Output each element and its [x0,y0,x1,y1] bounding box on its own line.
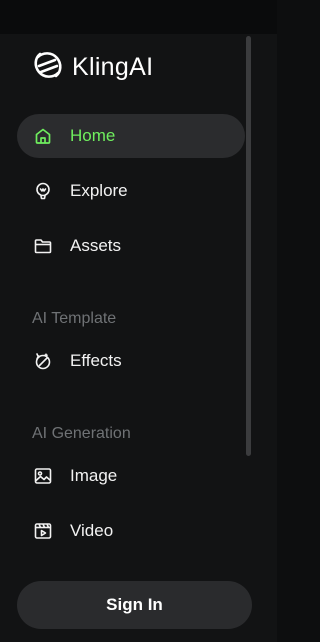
sign-in-button[interactable]: Sign In [17,581,252,629]
brand-logo[interactable]: KlingAI [31,48,153,86]
sidebar-item-video[interactable]: Video [17,509,245,553]
sidebar-item-home[interactable]: Home [17,114,245,158]
section-title-ai-generation: AI Generation [32,425,131,442]
explore-icon [33,181,53,201]
kling-logo-icon [31,48,65,87]
sidebar-item-label: Video [70,521,114,540]
magic-wand-icon [33,351,53,371]
sidebar-scrollbar[interactable] [246,36,251,456]
sidebar-item-explore[interactable]: Explore [17,169,245,213]
home-icon [33,126,53,146]
sidebar-item-label: Effects [70,351,122,370]
sidebar-item-label: Home [70,126,116,145]
video-icon [33,521,53,541]
sidebar-item-label: Explore [70,181,128,200]
brand-name: KlingAI [72,52,154,81]
section-title-ai-template: AI Template [32,310,117,327]
sidebar-item-label: Assets [70,236,122,255]
sidebar-item-image[interactable]: Image [17,454,245,498]
folder-icon [33,236,53,256]
top-bar [0,0,277,34]
sidebar-item-label: Image [70,466,118,485]
sidebar-item-effects[interactable]: Effects [17,339,245,383]
sidebar-item-assets[interactable]: Assets [17,224,245,268]
image-icon [33,466,53,486]
